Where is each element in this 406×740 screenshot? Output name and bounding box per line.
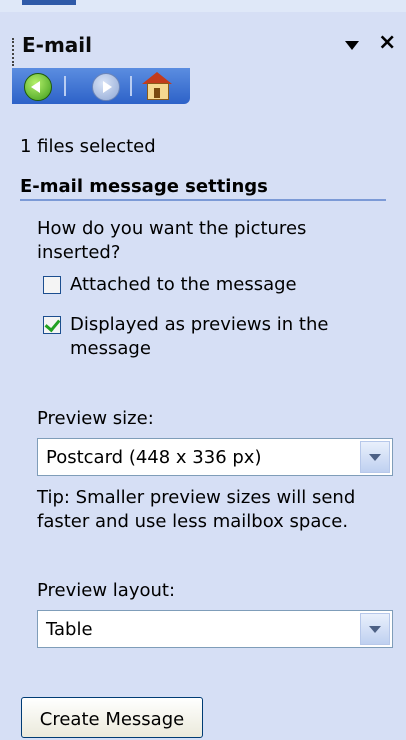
attached-option-label[interactable]: Attached to the message xyxy=(70,274,297,296)
preview-size-select[interactable]: Postcard (448 x 336 px) xyxy=(37,438,393,476)
tip-text: Tip: Smaller preview sizes will send xyxy=(37,487,356,508)
question-label-continued: inserted? xyxy=(37,242,121,263)
preview-size-label: Preview size: xyxy=(37,408,154,429)
question-label: How do you want the pictures xyxy=(37,218,307,239)
toolbar-separator xyxy=(130,76,132,96)
create-message-button[interactable]: Create Message xyxy=(21,697,203,738)
toolbar-separator xyxy=(64,76,66,96)
preview-layout-select[interactable]: Table xyxy=(37,610,393,648)
dropdown-arrow-icon[interactable] xyxy=(345,41,359,50)
attached-checkbox[interactable] xyxy=(43,276,61,294)
back-arrow-icon[interactable] xyxy=(24,73,52,101)
previews-option-label[interactable]: Displayed as previews in the xyxy=(70,314,328,336)
previews-checkbox[interactable] xyxy=(43,316,61,334)
chevron-down-icon[interactable] xyxy=(360,441,390,473)
files-selected-status: 1 files selected xyxy=(20,136,156,157)
forward-arrow-icon[interactable] xyxy=(92,73,120,101)
close-icon[interactable]: × xyxy=(378,32,396,54)
top-strip xyxy=(0,0,406,12)
grip-handle-icon[interactable] xyxy=(12,38,16,66)
tip-text-continued: faster and use less mailbox space. xyxy=(37,511,349,532)
preview-size-value: Postcard (448 x 336 px) xyxy=(46,447,262,468)
task-pane-titlebar: E-mail × xyxy=(0,14,406,70)
task-pane-title: E-mail xyxy=(22,33,93,57)
home-icon[interactable] xyxy=(142,72,172,100)
section-heading: E-mail message settings xyxy=(20,176,386,201)
preview-layout-value: Table xyxy=(46,619,93,640)
preview-layout-label: Preview layout: xyxy=(37,580,176,601)
previews-option-label-continued[interactable]: message xyxy=(70,338,151,360)
top-tab-indicator xyxy=(22,0,76,5)
navigation-toolbar xyxy=(12,68,190,104)
chevron-down-icon[interactable] xyxy=(360,613,390,645)
